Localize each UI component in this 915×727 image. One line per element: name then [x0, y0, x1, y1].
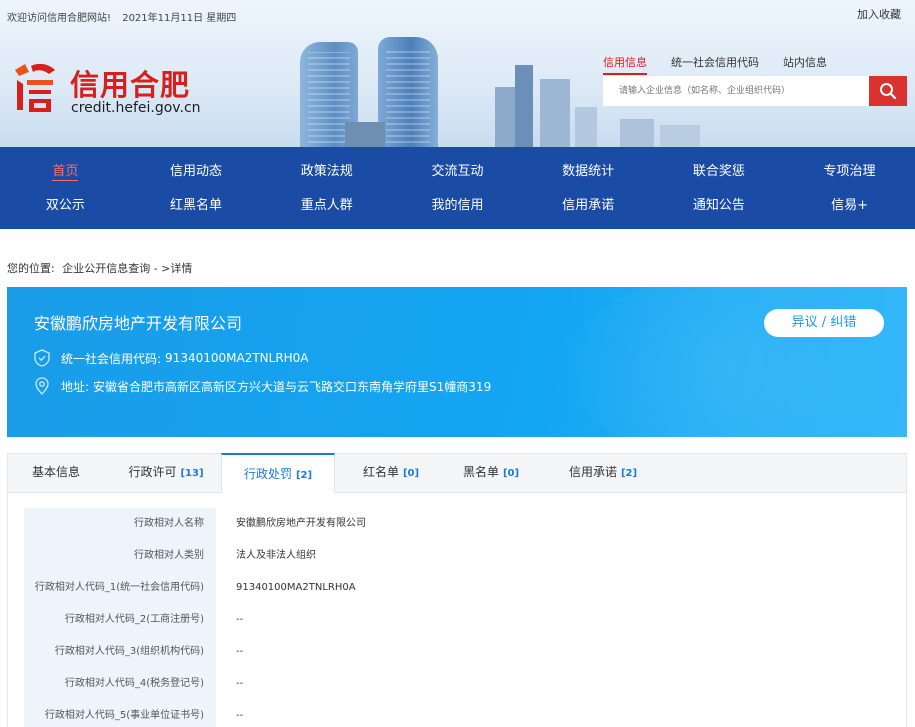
- breadcrumb-prefix: 您的位置:: [7, 262, 55, 275]
- tab-count: [13]: [180, 468, 204, 479]
- site-logo-icon: [15, 63, 55, 112]
- tab-credit-commitment[interactable]: 信用承诺 [2]: [548, 453, 658, 493]
- credit-code-label: 统一社会信用代码:: [61, 351, 162, 366]
- skyline-building: [620, 119, 654, 147]
- credit-code-value: 91340100MA2TNLRH0A: [165, 351, 309, 365]
- nav-item-policies[interactable]: 政策法规: [263, 163, 391, 181]
- table-row: 行政相对人代码_5(事业单位证书号) --: [24, 700, 884, 727]
- company-name: 安徽鹏欣房地产开发有限公司: [34, 314, 243, 333]
- nav-item-special-governance[interactable]: 专项治理: [786, 163, 914, 181]
- address-label: 地址:: [61, 379, 90, 394]
- tab-red-list[interactable]: 红名单 [0]: [343, 453, 439, 493]
- row-label: 行政相对人代码_2(工商注册号): [64, 614, 204, 625]
- tab-count: [0]: [502, 468, 520, 479]
- row-label: 行政相对人类别: [134, 550, 204, 561]
- row-label: 行政相对人代码_3(组织机构代码): [54, 646, 204, 657]
- tab-black-list[interactable]: 黑名单 [0]: [443, 453, 539, 493]
- search-type-tabs: 信用信息 统一社会信用代码 站内信息: [603, 54, 827, 75]
- search-input[interactable]: [603, 76, 869, 106]
- table-row: 行政相对人代码_2(工商注册号) --: [24, 604, 884, 636]
- row-value: --: [236, 678, 244, 689]
- shield-icon: [33, 349, 51, 367]
- dispute-correction-button[interactable]: 异议 / 纠错: [764, 309, 884, 337]
- row-label: 行政相对人名称: [134, 518, 204, 529]
- row-label: 行政相对人代码_1(统一社会信用代码): [34, 582, 204, 593]
- search-tab-credit-code[interactable]: 统一社会信用代码: [671, 54, 759, 75]
- row-value: 安徽鹏欣房地产开发有限公司: [236, 518, 366, 529]
- tab-count: [2]: [295, 470, 313, 481]
- site-logo-title: 信用合肥: [70, 68, 191, 102]
- table-row: 行政相对人类别 法人及非法人组织: [24, 540, 884, 572]
- detail-tabs: 基本信息 行政许可 [13] 行政处罚 [2] 红名单 [0] 黑名单 [0] 信用承诺…: [7, 453, 907, 494]
- welcome-text: 欢迎访问信用合肥网站!: [7, 13, 112, 24]
- main-navigation: 首页 信用动态 政策法规 交流互动 数据统计 联合奖惩 专项治理 双公示 红黑名…: [0, 147, 915, 229]
- search-icon: [880, 83, 897, 100]
- tab-admin-penalty[interactable]: 行政处罚 [2]: [221, 453, 335, 494]
- site-logo-url: credit.hefei.gov.cn: [71, 100, 201, 116]
- site-header: 欢迎访问信用合肥网站! 2021年11月11日 星期四 加入收藏 信用合肥 cr…: [0, 0, 915, 147]
- address-line: 地址: 安徽省合肥市高新区高新区方兴大道与云飞路交口东南角学府里S1幢商319: [33, 377, 491, 395]
- search-button[interactable]: [869, 76, 907, 106]
- nav-item-red-black-list[interactable]: 红黑名单: [132, 197, 260, 215]
- nav-item-credit-news[interactable]: 信用动态: [132, 163, 260, 181]
- nav-item-my-credit[interactable]: 我的信用: [393, 197, 521, 215]
- row-value: --: [236, 646, 244, 657]
- row-value: --: [236, 710, 244, 721]
- skyline-building: [345, 122, 385, 147]
- row-value: --: [236, 614, 244, 625]
- penalty-detail-table: 行政相对人名称 安徽鹏欣房地产开发有限公司 行政相对人类别 法人及非法人组织 行…: [7, 493, 907, 727]
- skyline-building: [660, 125, 700, 147]
- nav-item-key-groups[interactable]: 重点人群: [263, 197, 391, 215]
- current-date: 2021年11月11日 星期四: [122, 13, 237, 24]
- top-welcome-bar: 欢迎访问信用合肥网站! 2021年11月11日 星期四: [7, 9, 244, 24]
- nav-item-rewards-penalties[interactable]: 联合奖惩: [655, 163, 783, 181]
- location-pin-icon: [33, 377, 51, 395]
- table-row: 行政相对人代码_1(统一社会信用代码) 91340100MA2TNLRH0A: [24, 572, 884, 604]
- row-value: 法人及非法人组织: [236, 550, 316, 561]
- row-label: 行政相对人代码_5(事业单位证书号): [44, 710, 204, 721]
- skyline-building: [575, 107, 597, 147]
- nav-item-notices[interactable]: 通知公告: [655, 197, 783, 215]
- tab-admin-license[interactable]: 行政许可 [13]: [112, 453, 220, 493]
- tab-count: [2]: [620, 468, 638, 479]
- skyline-building: [540, 79, 570, 147]
- address-value: 安徽省合肥市高新区高新区方兴大道与云飞路交口东南角学府里S1幢商319: [93, 379, 492, 394]
- credit-code-line: 统一社会信用代码: 91340100MA2TNLRH0A: [33, 349, 309, 367]
- row-label: 行政相对人代码_4(税务登记号): [64, 678, 204, 689]
- table-row: 行政相对人代码_4(税务登记号) --: [24, 668, 884, 700]
- table-row: 行政相对人代码_3(组织机构代码) --: [24, 636, 884, 668]
- add-favorite-link[interactable]: 加入收藏: [857, 6, 901, 22]
- search-tab-site-info[interactable]: 站内信息: [783, 54, 827, 75]
- nav-item-double-publicity[interactable]: 双公示: [1, 197, 129, 215]
- row-value: 91340100MA2TNLRH0A: [236, 582, 356, 593]
- skyline-building: [378, 37, 438, 147]
- company-banner: 安徽鹏欣房地产开发有限公司 异议 / 纠错 统一社会信用代码: 91340100…: [7, 287, 907, 437]
- nav-item-credit-commitment[interactable]: 信用承诺: [524, 197, 652, 215]
- nav-item-interaction[interactable]: 交流互动: [393, 163, 521, 181]
- breadcrumb-path[interactable]: 企业公开信息查询 - >详情: [62, 262, 192, 275]
- skyline-building: [515, 65, 533, 147]
- tab-count: [0]: [402, 468, 420, 479]
- nav-item-xinyi-plus[interactable]: 信易+: [786, 197, 914, 215]
- nav-item-statistics[interactable]: 数据统计: [524, 163, 652, 181]
- table-row: 行政相对人名称 安徽鹏欣房地产开发有限公司: [24, 508, 884, 540]
- breadcrumb: 您的位置: 企业公开信息查询 - >详情: [7, 260, 196, 276]
- nav-item-home[interactable]: 首页: [1, 163, 129, 181]
- search-tab-credit-info[interactable]: 信用信息: [603, 54, 647, 75]
- tab-basic-info[interactable]: 基本信息: [8, 453, 104, 493]
